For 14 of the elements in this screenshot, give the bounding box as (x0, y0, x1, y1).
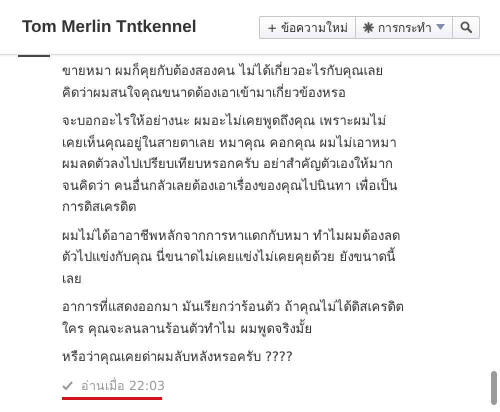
search-icon (460, 21, 472, 33)
message-text: ผมไม่ได้อาอาชีพหลักจากการหาแดกกับหมา ทำไมผมต้องลด ตัวไปแข่งกับคุณ นี่ขนาดไม่เคยแข่งไม่เคยคุยด้วย ยังขนาดนี้ เลย (62, 227, 400, 288)
new-message-button[interactable]: + ข้อความใหม่ (259, 16, 356, 38)
message-text: จะบอกอะไรให้อย่างนะ ผมอะไม่เคยพูดถึงคุณ เพราะผมไม่ เคยเห็นคุณอยู่ในสายตาเลย หมาคุณ คอกคุณ ผมไม่เอาหมา ผมลดตัวลงไปเปรียบเทียบหรอกครับ อย่าสำคัญตัวเองให้มาก จนคิดว่า คนอื่นกลัวเลยต้องเอาเรื่องของคุณไปนินทา เพื่อเป็น การดิสเครดิต (62, 112, 398, 217)
caret-icon (436, 24, 445, 30)
gear-icon (363, 22, 374, 32)
message-text: อาการที่แสดงออกมา มันเรียกว่าร้อนตัว ถ้าคุณไม่ได้ดิสเครดิต ใคร คุณจะลนลานร้อนตัวทำไม ผมพูดจริงมั้ย (62, 297, 404, 340)
actions-button[interactable]: การกระทำ (355, 16, 453, 38)
scrollbar-thumb[interactable] (491, 371, 497, 405)
message-text: ขายหมา ผมก็คุยกับต้องสองคน ไม่ได้เกี่ยวอะไรกับคุณเลย คิดว่าผมสนใจคุณขนาดต้องเอาเข้ามาเกี่ยวข้องหรอ (62, 61, 384, 104)
message-text: หรือว่าคุณเคยด่าผมลับหลังหรอครับ ???? (62, 349, 293, 367)
conversation-title: Tom Merlin Tntkennel (22, 17, 196, 37)
read-time: อ่านเมื่อ 22:03 (81, 376, 165, 394)
search-button[interactable] (452, 16, 480, 38)
